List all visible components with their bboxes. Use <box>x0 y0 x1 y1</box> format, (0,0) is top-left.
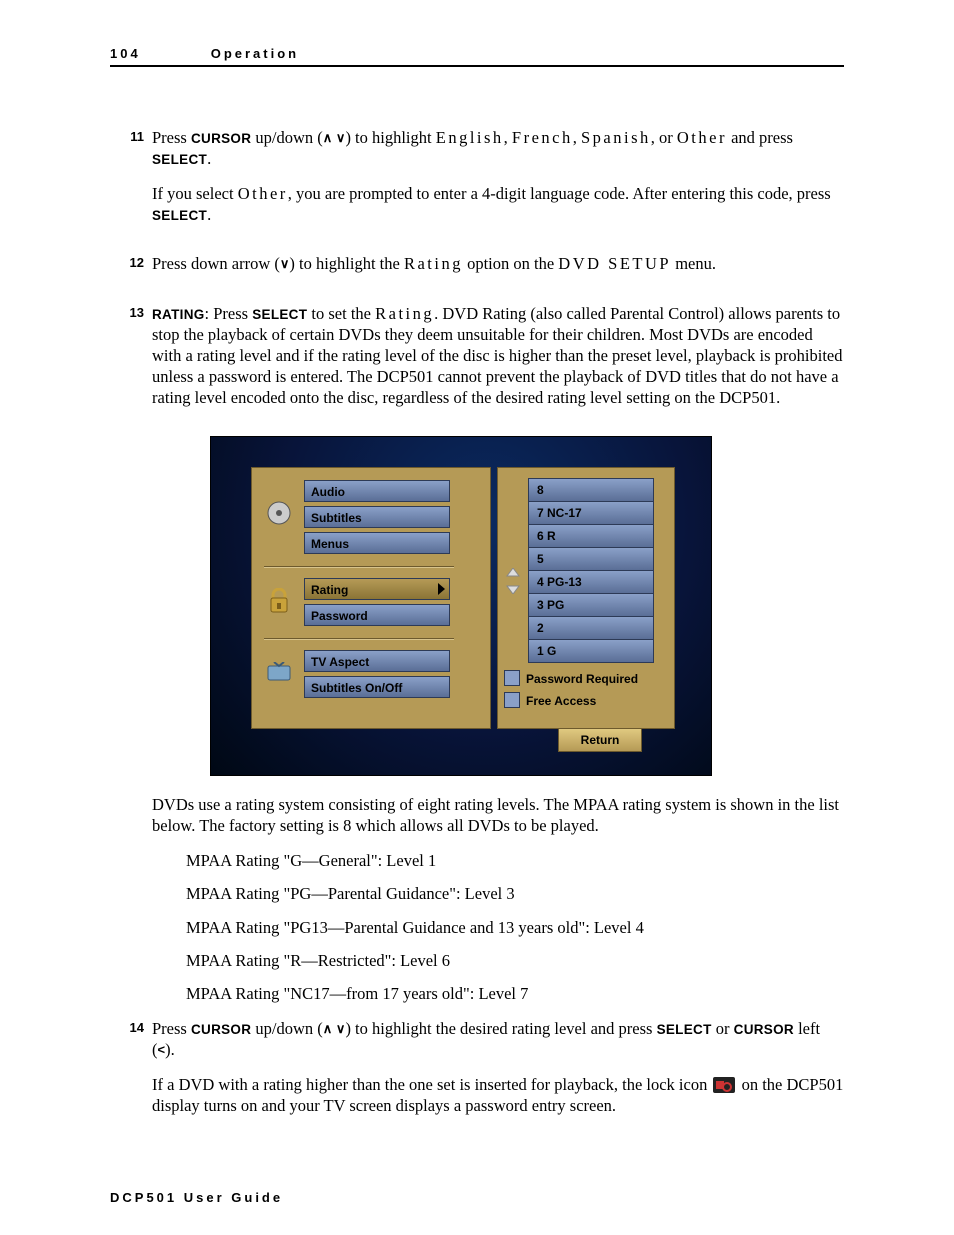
page-number: 104 <box>110 46 141 61</box>
legend-free-access: Free Access <box>504 692 664 710</box>
step-12: 12 Press down arrow (∨) to highlight the… <box>110 253 844 288</box>
step-list: 11 Press CURSOR up/down (∧ ∨) to highlig… <box>110 127 844 1130</box>
list-item: MPAA Rating "R—Restricted": Level 6 <box>186 950 844 971</box>
rating-option[interactable]: 4 PG-13 <box>529 571 653 594</box>
menu-subtitles[interactable]: Subtitles <box>304 506 450 528</box>
step-14-line1: Press CURSOR up/down (∧ ∨) to highlight … <box>152 1018 844 1060</box>
footer-title: DCP501 User Guide <box>110 1190 283 1205</box>
separator <box>264 566 454 567</box>
separator <box>264 638 454 639</box>
arrow-up-down-icon: ∧ ∨ <box>323 130 346 145</box>
arrow-down-icon: ∨ <box>280 256 290 271</box>
arrow-left-icon: < <box>158 1042 166 1057</box>
chevron-right-icon <box>438 583 445 595</box>
menu-audio[interactable]: Audio <box>304 480 450 502</box>
section-title: Operation <box>211 46 299 61</box>
list-item: MPAA Rating "G—General": Level 1 <box>186 850 844 871</box>
step-11-line2: If you select Other, you are prompted to… <box>152 183 844 225</box>
menu-rating[interactable]: Rating <box>304 578 450 600</box>
scroll-updown-icon <box>504 568 522 594</box>
lock-icon <box>264 586 294 616</box>
step-13-line1: RATING: Press SELECT to set the Rating. … <box>152 303 844 409</box>
step-12-line1: Press down arrow (∨) to highlight the Ra… <box>152 253 844 274</box>
rating-option[interactable]: 2 <box>529 617 653 640</box>
left-panel: Audio Subtitles Menus Rating Password TV… <box>251 467 491 729</box>
select-key: SELECT <box>152 152 207 167</box>
tv-icon <box>264 658 294 688</box>
legend-password-required: Password Required <box>504 670 664 688</box>
legend-box-icon <box>504 670 520 686</box>
return-button[interactable]: Return <box>558 728 642 752</box>
rating-option[interactable]: 8 <box>529 479 653 502</box>
list-item: MPAA Rating "NC17—from 17 years old": Le… <box>186 983 844 1004</box>
rating-option[interactable]: 6 R <box>529 525 653 548</box>
step-11: 11 Press CURSOR up/down (∧ ∨) to highlig… <box>110 127 844 239</box>
step-number: 12 <box>110 253 152 288</box>
step-14-line2: If a DVD with a rating higher than the o… <box>152 1074 844 1116</box>
mpaa-list: MPAA Rating "G—General": Level 1 MPAA Ra… <box>186 850 844 1004</box>
step-number: 11 <box>110 127 152 239</box>
page-header: 104 Operation <box>110 46 844 67</box>
lock-inline-icon <box>713 1077 735 1093</box>
rating-option[interactable]: 3 PG <box>529 594 653 617</box>
rating-heading: RATING <box>152 307 205 322</box>
cursor-key: CURSOR <box>191 131 251 146</box>
rating-option[interactable]: 7 NC-17 <box>529 502 653 525</box>
legend-box-icon <box>504 692 520 708</box>
menu-password[interactable]: Password <box>304 604 450 626</box>
list-item: MPAA Rating "PG—Parental Guidance": Leve… <box>186 883 844 904</box>
right-panel: 8 7 NC-17 6 R 5 4 PG-13 3 PG 2 1 G Passw… <box>497 467 675 729</box>
step-number: 13 <box>110 303 152 423</box>
step-14: 14 Press CURSOR up/down (∧ ∨) to highlig… <box>110 1018 844 1130</box>
post-figure-text: DVDs use a rating system consisting of e… <box>152 794 844 836</box>
list-item: MPAA Rating "PG13—Parental Guidance and … <box>186 917 844 938</box>
step-11-line1: Press CURSOR up/down (∧ ∨) to highlight … <box>152 127 844 169</box>
step-number: 14 <box>110 1018 152 1130</box>
menu-subtitles-onoff[interactable]: Subtitles On/Off <box>304 676 450 698</box>
rating-option[interactable]: 1 G <box>529 640 653 662</box>
step-13: 13 RATING: Press SELECT to set the Ratin… <box>110 303 844 423</box>
disc-icon <box>264 498 294 528</box>
rating-option[interactable]: 5 <box>529 548 653 571</box>
menu-tv-aspect[interactable]: TV Aspect <box>304 650 450 672</box>
arrow-up-down-icon: ∧ ∨ <box>323 1021 346 1036</box>
dvd-setup-figure: Audio Subtitles Menus Rating Password TV… <box>210 436 712 776</box>
menu-menus[interactable]: Menus <box>304 532 450 554</box>
rating-list: 8 7 NC-17 6 R 5 4 PG-13 3 PG 2 1 G <box>528 478 654 663</box>
